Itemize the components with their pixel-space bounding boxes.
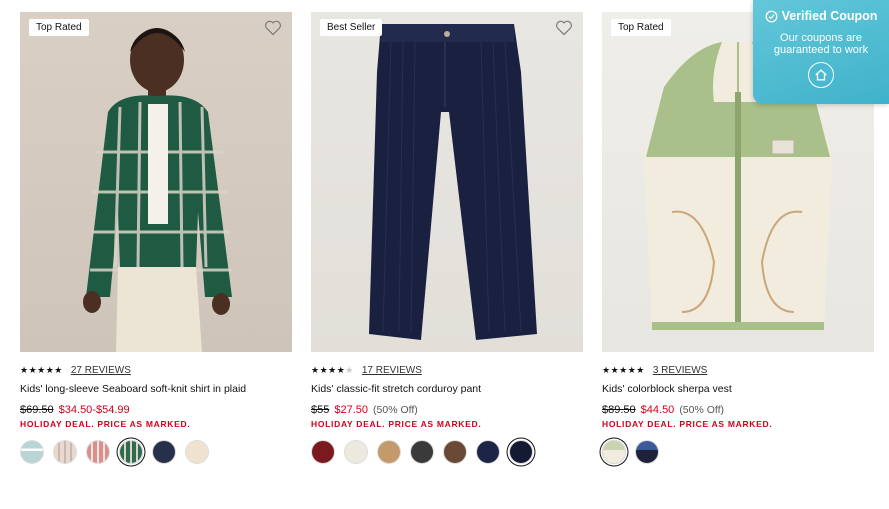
coupon-title: Verified Coupon (753, 9, 889, 23)
star-rating: ★★★★★ (311, 365, 354, 376)
sale-price: $44.50 (640, 404, 675, 416)
product-name[interactable]: Kids' long-sleeve Seaboard soft-knit shi… (20, 383, 292, 395)
reviews-link[interactable]: 27 REVIEWS (71, 365, 131, 376)
color-swatch[interactable] (185, 440, 209, 464)
deal-text: HOLIDAY DEAL. PRICE AS MARKED. (20, 419, 191, 429)
color-swatch[interactable] (311, 440, 335, 464)
coupon-title-text: Verified Coupon (781, 9, 878, 23)
color-swatch[interactable] (509, 440, 533, 464)
reviews-link[interactable]: 17 REVIEWS (362, 365, 422, 376)
rating-row: ★★★★★ 3 REVIEWS (602, 364, 874, 376)
discount-percent: (50% Off) (373, 404, 418, 416)
heart-icon[interactable] (555, 20, 573, 36)
price-row: $55 $27.50 (50% Off) (311, 404, 583, 416)
product-name[interactable]: Kids' classic-fit stretch corduroy pant (311, 383, 583, 395)
color-swatch[interactable] (443, 440, 467, 464)
color-swatch[interactable] (635, 440, 659, 464)
verified-coupon-popup[interactable]: Verified Coupon Our coupons are guarante… (753, 0, 889, 104)
price-row: $69.50 $34.50-$54.99 (20, 404, 292, 416)
reviews-link[interactable]: 3 REVIEWS (653, 365, 707, 376)
color-swatches (311, 440, 583, 464)
color-swatches (602, 440, 874, 464)
heart-icon[interactable] (264, 20, 282, 36)
coupon-home-button[interactable] (808, 62, 834, 88)
sale-price: $34.50-$54.99 (58, 404, 130, 416)
top-rated-badge: Top Rated (29, 19, 89, 36)
stars-filled: ★★★★★ (20, 364, 63, 375)
top-rated-badge: Top Rated (611, 19, 671, 36)
color-swatch[interactable] (86, 440, 110, 464)
product-card[interactable]: Top Rated ★★★★★ 27 REVIEWS Kids' long-sl… (20, 12, 292, 464)
product-image[interactable]: Top Rated (20, 12, 292, 352)
star-rating: ★★★★★ (20, 365, 63, 376)
star-rating: ★★★★★ (602, 365, 645, 376)
stars-filled: ★★★★ (311, 364, 346, 375)
color-swatch[interactable] (344, 440, 368, 464)
product-image[interactable]: Best Seller (311, 12, 583, 352)
color-swatch[interactable] (476, 440, 500, 464)
color-swatch[interactable] (410, 440, 434, 464)
product-card[interactable]: Best Seller ★★★★★ 17 REVIEWS Kids' class… (311, 12, 583, 464)
sale-price: $27.50 (334, 404, 369, 416)
original-price: $69.50 (20, 404, 54, 416)
deal-text: HOLIDAY DEAL. PRICE AS MARKED. (602, 419, 773, 429)
coupon-subtitle: Our coupons are guaranteed to work (773, 32, 869, 56)
deal-text: HOLIDAY DEAL. PRICE AS MARKED. (311, 419, 482, 429)
product-grid: Top Rated ★★★★★ 27 REVIEWS Kids' long-sl… (20, 12, 874, 464)
home-icon (815, 69, 827, 81)
rating-row: ★★★★★ 17 REVIEWS (311, 364, 583, 376)
color-swatch[interactable] (20, 440, 44, 464)
color-swatch[interactable] (152, 440, 176, 464)
original-price: $89.50 (602, 404, 636, 416)
color-swatch[interactable] (377, 440, 401, 464)
discount-percent: (50% Off) (679, 404, 725, 416)
best-seller-badge: Best Seller (320, 19, 383, 36)
original-price: $55 (311, 404, 330, 416)
color-swatch[interactable] (602, 440, 626, 464)
color-swatches (20, 440, 292, 464)
rating-row: ★★★★★ 27 REVIEWS (20, 364, 292, 376)
stars-empty: ★ (345, 364, 354, 375)
price-row: $89.50 $44.50 (50% Off) (602, 404, 874, 416)
color-swatch[interactable] (53, 440, 77, 464)
corduroy-pant-image (369, 24, 537, 340)
color-swatch[interactable] (119, 440, 143, 464)
check-circle-icon (765, 10, 778, 22)
product-name[interactable]: Kids' colorblock sherpa vest (602, 383, 874, 395)
plaid-shirt-image (83, 28, 232, 352)
stars-filled: ★★★★★ (602, 364, 645, 375)
